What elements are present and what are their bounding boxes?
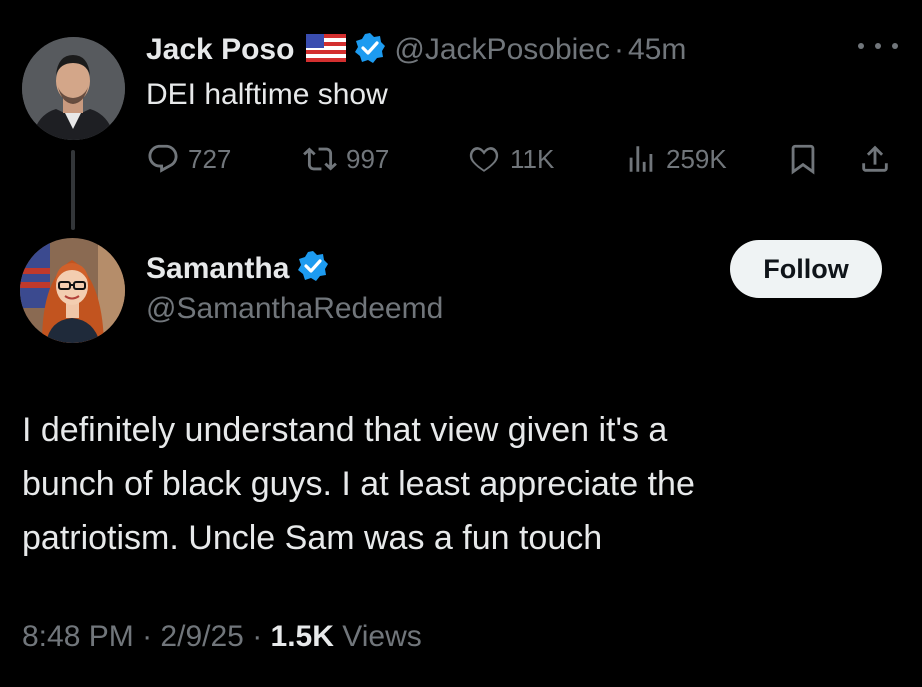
reply-author-name[interactable]: Samantha xyxy=(146,252,289,286)
separator-dot: · xyxy=(142,620,153,653)
like-action[interactable]: 11K xyxy=(466,142,554,176)
samantha-avatar[interactable] xyxy=(20,238,125,343)
reply-views-count[interactable]: 1.5K xyxy=(271,620,334,653)
repost-action[interactable]: 997 xyxy=(302,142,389,176)
bookmark-icon xyxy=(791,144,815,175)
separator-dot: · xyxy=(252,620,263,653)
reply-views-label: Views xyxy=(342,620,422,653)
bookmark-action[interactable] xyxy=(786,142,820,176)
heart-icon xyxy=(469,147,499,172)
reply-count: 727 xyxy=(188,143,232,174)
verified-badge-icon xyxy=(354,32,386,69)
reply-text-line: bunch of black guys. I at least apprecia… xyxy=(22,465,695,503)
reply-text-line: patriotism. Uncle Sam was a fun touch xyxy=(22,519,603,557)
original-author-handle[interactable]: @JackPosobiec xyxy=(394,33,610,67)
reply-timestamp[interactable]: 8:48 PM xyxy=(22,620,134,653)
verified-badge-icon xyxy=(297,250,329,287)
reply-text: I definitely understand that view given … xyxy=(22,403,902,565)
reply-author-handle[interactable]: @SamanthaRedeemd xyxy=(146,292,443,326)
views-action[interactable]: 259K xyxy=(624,142,727,176)
more-options-icon[interactable] xyxy=(858,34,898,58)
original-author-name[interactable]: Jack Poso xyxy=(146,33,294,67)
follow-button[interactable]: Follow xyxy=(730,240,882,298)
us-flag-icon xyxy=(306,33,347,67)
reply-metadata: 8:48 PM · 2/9/25 · 1.5K Views xyxy=(22,620,422,654)
views-count: 259K xyxy=(666,143,727,174)
reply-action[interactable]: 727 xyxy=(146,142,231,176)
reply-header: Samantha xyxy=(146,250,329,287)
original-post-text: DEI halftime show xyxy=(146,78,388,111)
original-post-header: Jack Poso @JackPosobiec · 45m xyxy=(146,28,686,72)
reply-text-line: I definitely understand that view given … xyxy=(22,411,668,449)
repost-count: 997 xyxy=(346,143,390,174)
share-action[interactable] xyxy=(858,142,892,176)
original-post-time[interactable]: 45m xyxy=(628,33,686,67)
share-icon xyxy=(862,145,888,172)
reply-icon xyxy=(148,144,178,173)
separator-dot: · xyxy=(613,33,624,66)
repost-icon xyxy=(303,147,337,171)
like-count: 11K xyxy=(510,143,555,174)
reply-date[interactable]: 2/9/25 xyxy=(160,620,243,653)
views-chart-icon xyxy=(629,146,653,172)
original-post-actions: 727 997 11K 259K xyxy=(0,138,922,182)
jack-poso-avatar[interactable] xyxy=(22,37,125,140)
